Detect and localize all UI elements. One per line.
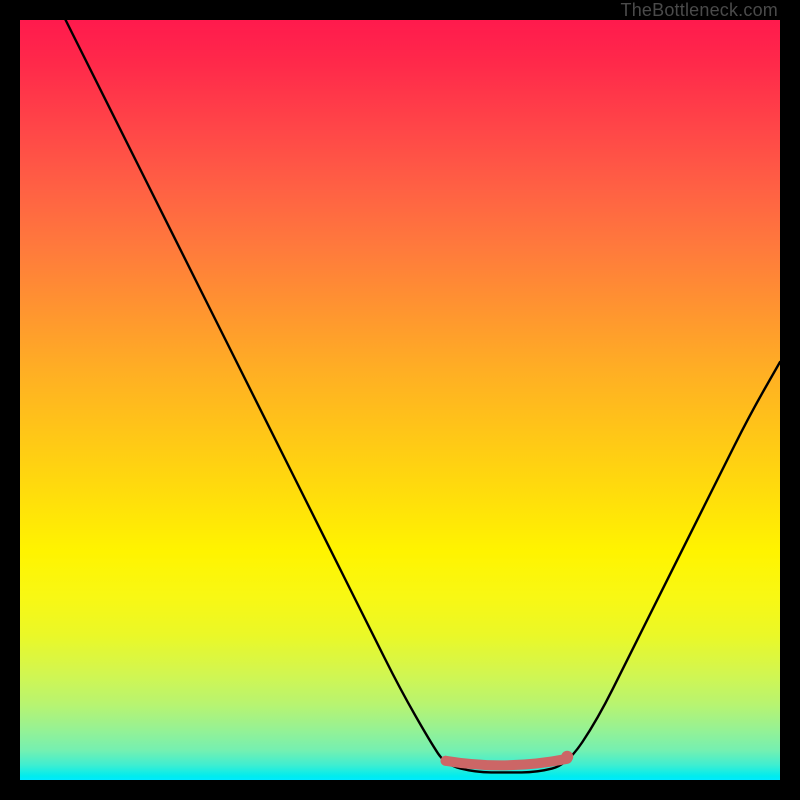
plot-area xyxy=(20,20,780,780)
watermark-text: TheBottleneck.com xyxy=(621,0,778,21)
chart-canvas: TheBottleneck.com xyxy=(0,0,800,800)
curve-svg xyxy=(20,20,780,780)
valley-dot-right xyxy=(561,751,573,763)
valley-highlight xyxy=(446,759,568,766)
valley-dot-left xyxy=(441,756,451,766)
main-curve xyxy=(66,20,780,772)
